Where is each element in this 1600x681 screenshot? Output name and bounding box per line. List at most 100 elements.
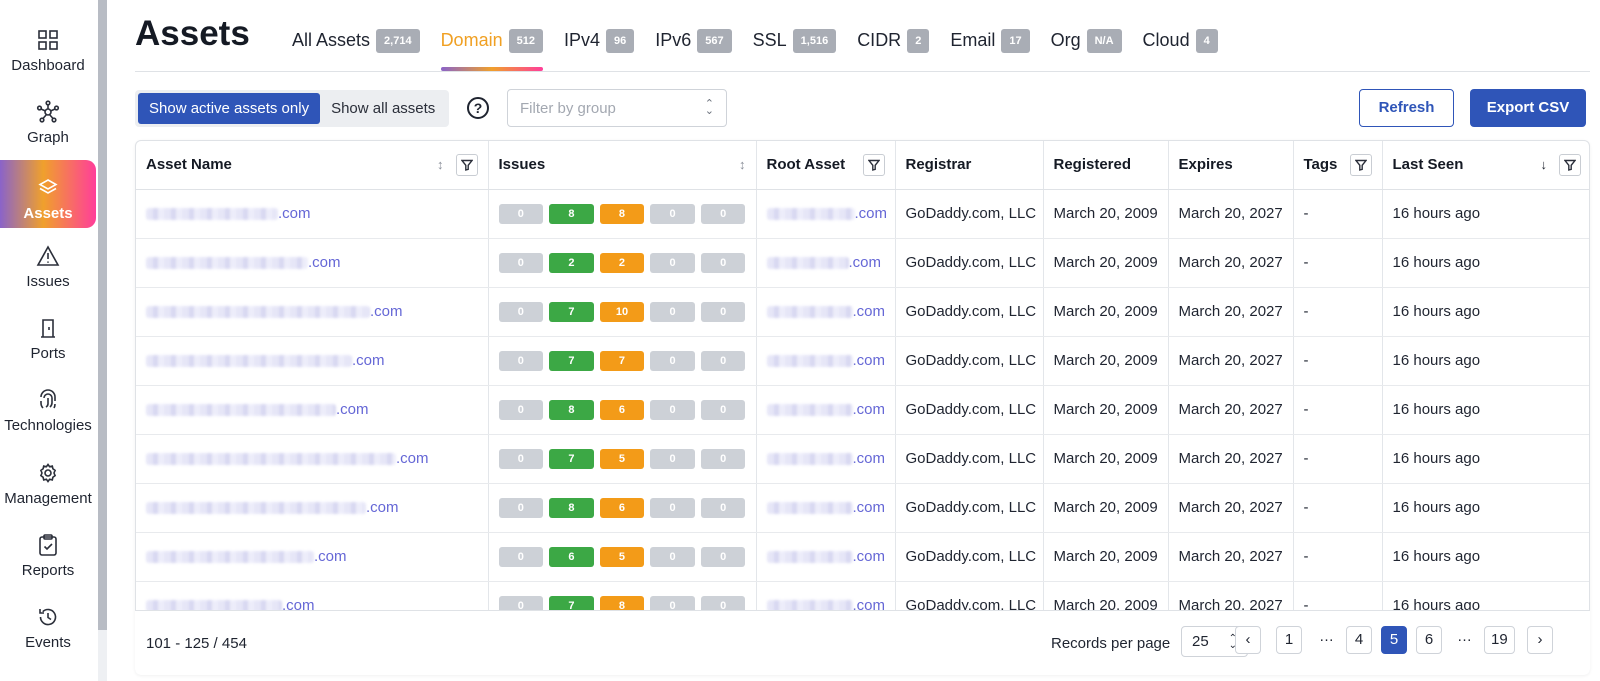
tab-email[interactable]: Email 17: [950, 28, 1050, 71]
root-asset-cell[interactable]: .com: [756, 287, 896, 337]
asset-name-link[interactable]: .com: [146, 401, 369, 418]
issue-count-chip[interactable]: 8: [549, 497, 594, 518]
issue-count-chip[interactable]: 0: [700, 350, 746, 371]
filter-icon[interactable]: [862, 153, 885, 176]
table-row[interactable]: .com 0 2 2 0 0 .com GoDaddy.com, LLC March 20, 2…: [136, 238, 1589, 288]
issue-count-chip[interactable]: 0: [700, 252, 746, 273]
issue-count-chip[interactable]: 0: [498, 546, 544, 567]
issue-count-chip[interactable]: 0: [650, 546, 695, 567]
issue-count-chip[interactable]: 0: [498, 497, 544, 518]
table-row[interactable]: .com 0 6 5 0 0 .com GoDaddy.com, LLC March 20, 2…: [136, 532, 1589, 582]
asset-name-link[interactable]: .com: [146, 548, 347, 565]
sidebar-item-assets[interactable]: Assets: [0, 160, 96, 228]
issue-count-chip[interactable]: 0: [650, 399, 695, 420]
sort-desc-icon[interactable]: ↓: [1541, 157, 1548, 172]
issue-count-chip[interactable]: 0: [650, 350, 695, 371]
show-active-only-option[interactable]: Show active assets only: [138, 93, 321, 124]
issue-count-chip[interactable]: 6: [549, 546, 594, 567]
sidebar-item-dashboard[interactable]: Dashboard: [0, 12, 96, 80]
asset-name-link[interactable]: .com: [146, 499, 399, 516]
root-asset-cell[interactable]: .com: [756, 532, 896, 582]
root-asset-cell[interactable]: .com: [756, 483, 896, 533]
refresh-button[interactable]: Refresh: [1359, 89, 1454, 127]
issue-count-chip[interactable]: 8: [599, 203, 645, 224]
asset-name-cell[interactable]: .com: [136, 238, 489, 288]
root-asset-link[interactable]: .com: [766, 303, 885, 320]
show-all-assets-option[interactable]: Show all assets: [320, 93, 446, 124]
tab-domain[interactable]: Domain 512: [440, 28, 564, 71]
issue-count-chip[interactable]: 0: [650, 252, 695, 273]
tab-ipv4[interactable]: IPv4 96: [564, 28, 655, 71]
filter-icon[interactable]: [455, 153, 478, 176]
issue-count-chip[interactable]: 7: [599, 350, 645, 371]
tab-all-assets[interactable]: All Assets 2,714: [292, 28, 441, 71]
asset-name-cell[interactable]: .com: [136, 483, 489, 533]
table-row[interactable]: .com 0 8 8 0 0 .com GoDaddy.com, LLC March 20, 2…: [136, 189, 1589, 239]
root-asset-cell[interactable]: .com: [756, 336, 896, 386]
issue-count-chip[interactable]: 7: [549, 448, 594, 469]
table-row[interactable]: .com 0 7 7 0 0 .com GoDaddy.com, LLC March 20, 2…: [136, 336, 1589, 386]
issue-count-chip[interactable]: 0: [700, 301, 746, 322]
table-row[interactable]: .com 0 8 6 0 0 .com GoDaddy.com, LLC March 20, 2…: [136, 483, 1589, 533]
sort-icon[interactable]: ↕: [437, 157, 444, 172]
page-button[interactable]: 6: [1416, 626, 1442, 654]
tab-cloud[interactable]: Cloud 4: [1143, 28, 1239, 71]
filter-icon[interactable]: [1349, 153, 1372, 176]
tab-ssl[interactable]: SSL 1,516: [753, 28, 858, 71]
table-row[interactable]: .com 0 7 5 0 0 .com GoDaddy.com, LLC March 20, 2…: [136, 434, 1589, 484]
asset-name-link[interactable]: .com: [146, 352, 385, 369]
export-csv-button[interactable]: Export CSV: [1470, 89, 1586, 127]
issue-count-chip[interactable]: 0: [700, 448, 746, 469]
root-asset-link[interactable]: .com: [766, 499, 885, 516]
root-asset-cell[interactable]: .com: [756, 238, 896, 288]
tab-cidr[interactable]: CIDR 2: [857, 28, 950, 71]
sort-icon[interactable]: ↕: [739, 157, 746, 172]
issue-count-chip[interactable]: 2: [599, 252, 645, 273]
asset-name-cell[interactable]: .com: [136, 336, 489, 386]
issue-count-chip[interactable]: 8: [549, 399, 594, 420]
sidebar-item-graph[interactable]: Graph: [0, 84, 96, 152]
root-asset-link[interactable]: .com: [766, 401, 885, 418]
issue-count-chip[interactable]: 0: [650, 497, 695, 518]
asset-name-cell[interactable]: .com: [136, 189, 489, 239]
issue-count-chip[interactable]: 6: [599, 399, 645, 420]
issue-count-chip[interactable]: 7: [549, 350, 594, 371]
root-asset-cell[interactable]: .com: [756, 385, 896, 435]
page-button[interactable]: 1: [1276, 626, 1302, 654]
issue-count-chip[interactable]: 0: [498, 448, 544, 469]
next-page-button[interactable]: ›: [1527, 626, 1553, 654]
tab-org[interactable]: Org N/A: [1051, 28, 1143, 71]
root-asset-cell[interactable]: .com: [756, 434, 896, 484]
issue-count-chip[interactable]: 2: [549, 252, 594, 273]
issue-count-chip[interactable]: 0: [498, 350, 544, 371]
asset-name-cell[interactable]: .com: [136, 287, 489, 337]
issue-count-chip[interactable]: 0: [498, 203, 544, 224]
sidebar-scrollbar-thumb[interactable]: [98, 0, 107, 630]
sidebar-item-issues[interactable]: Issues: [0, 228, 96, 296]
help-icon[interactable]: ?: [467, 97, 489, 119]
root-asset-link[interactable]: .com: [766, 548, 885, 565]
asset-name-cell[interactable]: .com: [136, 385, 489, 435]
issue-count-chip[interactable]: 0: [700, 546, 746, 567]
sidebar-item-technologies[interactable]: Technologies: [0, 372, 96, 440]
filter-icon[interactable]: [1559, 153, 1581, 176]
root-asset-cell[interactable]: .com: [756, 189, 896, 239]
issue-count-chip[interactable]: 10: [599, 301, 645, 322]
asset-name-link[interactable]: .com: [146, 450, 429, 467]
issue-count-chip[interactable]: 0: [650, 301, 695, 322]
sidebar-item-reports[interactable]: Reports: [0, 517, 96, 585]
asset-name-link[interactable]: .com: [146, 303, 403, 320]
sidebar-item-management[interactable]: Management: [0, 445, 96, 513]
current-page-button[interactable]: 5: [1381, 626, 1407, 654]
issue-count-chip[interactable]: 6: [599, 497, 645, 518]
issue-count-chip[interactable]: 0: [650, 448, 695, 469]
sidebar-item-events[interactable]: Events: [0, 589, 96, 657]
issue-count-chip[interactable]: 0: [700, 203, 746, 224]
sidebar-item-ports[interactable]: Ports: [0, 300, 96, 368]
root-asset-link[interactable]: .com: [766, 254, 881, 271]
issue-count-chip[interactable]: 0: [700, 399, 746, 420]
root-asset-link[interactable]: .com: [766, 450, 885, 467]
asset-name-link[interactable]: .com: [146, 205, 311, 222]
page-button[interactable]: 19: [1484, 626, 1515, 654]
issue-count-chip[interactable]: 0: [498, 252, 544, 273]
